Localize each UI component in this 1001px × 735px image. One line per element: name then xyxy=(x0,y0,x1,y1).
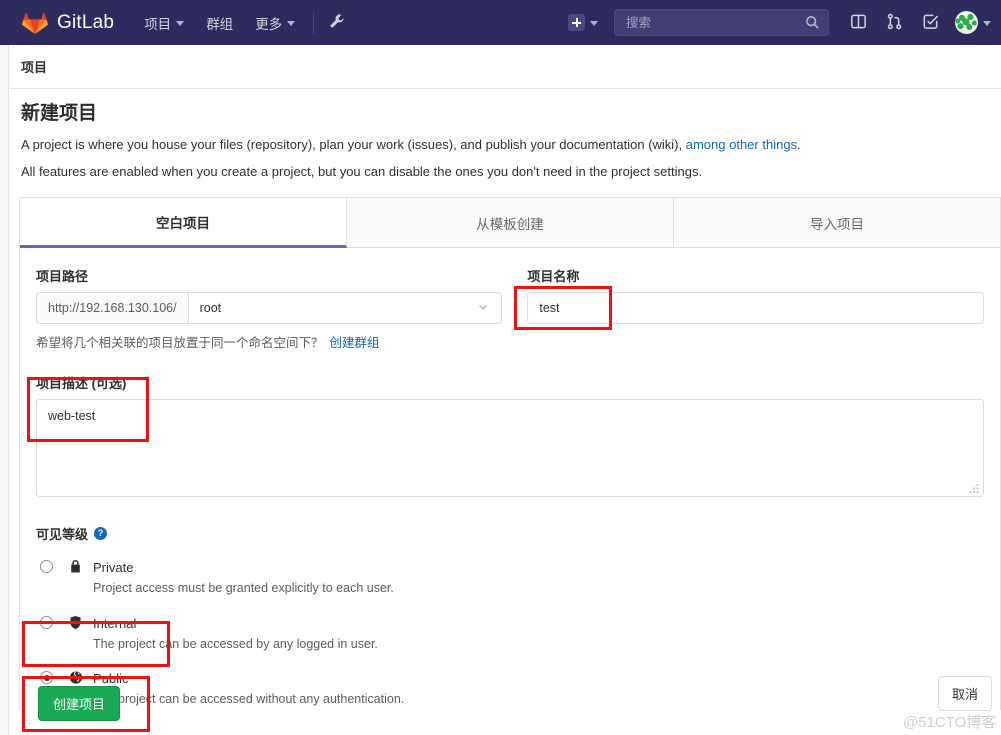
tab-blank-project[interactable]: 空白项目 xyxy=(20,198,347,248)
todo-check-icon xyxy=(921,12,940,34)
nav-links: 项目 群组 更多 xyxy=(144,13,296,33)
visibility-option-private[interactable]: Private Project access must be granted e… xyxy=(36,558,984,599)
admin-area-button[interactable] xyxy=(328,13,345,33)
among-other-things-link[interactable]: among other things xyxy=(686,137,797,152)
gitlab-home-link[interactable]: GitLab xyxy=(22,10,114,35)
nav-item-groups[interactable]: 群组 xyxy=(206,13,233,33)
page-description-2: All features are enabled when you create… xyxy=(21,164,703,180)
watermark: @51CTO博客 xyxy=(903,714,997,731)
visibility-public-desc: The project can be accessed without any … xyxy=(93,692,405,707)
user-menu-button[interactable] xyxy=(955,11,991,34)
tab-import-project[interactable]: 导入项目 xyxy=(674,198,1001,248)
brand-name: GitLab xyxy=(57,11,115,33)
shield-icon xyxy=(67,615,84,630)
visibility-internal-desc: The project can be accessed by any logge… xyxy=(93,636,378,651)
new-project-form: 项目路径 http://192.168.130.106/ root 希望将几个相… xyxy=(19,248,1001,710)
project-name-group: 项目名称 xyxy=(527,266,984,351)
question-mark-icon[interactable]: ? xyxy=(94,527,108,540)
page-description-1-post: . xyxy=(797,137,801,152)
visibility-level-title: 可见等级 ? xyxy=(36,524,984,543)
nav-item-groups-label: 群组 xyxy=(206,16,234,32)
plus-square-icon xyxy=(568,14,585,31)
merge-requests-button[interactable] xyxy=(877,6,911,40)
project-path-group: 项目路径 http://192.168.130.106/ root 希望将几个相… xyxy=(36,266,503,351)
project-path-prefix: http://192.168.130.106/ xyxy=(36,292,188,324)
create-project-button[interactable]: 创建项目 xyxy=(38,686,121,721)
nav-divider xyxy=(313,11,315,34)
visibility-public-text: Public The project can be accessed witho… xyxy=(93,669,404,710)
nav-item-more[interactable]: 更多 xyxy=(255,13,296,33)
project-name-label: 项目名称 xyxy=(527,269,580,284)
cancel-button[interactable]: 取消 xyxy=(938,676,993,711)
visibility-internal-text: Internal The project can be accessed by … xyxy=(93,614,378,655)
visibility-level-label: 可见等级 xyxy=(36,527,89,542)
namespace-select[interactable]: root xyxy=(187,292,503,324)
project-path-label: 项目路径 xyxy=(36,269,89,284)
project-name-input[interactable] xyxy=(527,292,984,324)
project-creation-tabs: 空白项目 从模板创建 导入项目 xyxy=(19,197,1001,248)
project-description-label: 项目描述 (可选) xyxy=(36,376,127,391)
gitlab-fox-logo-icon xyxy=(22,10,48,35)
visibility-option-public[interactable]: Public The project can be accessed witho… xyxy=(36,669,984,710)
radio-internal[interactable] xyxy=(40,615,53,629)
breadcrumb-label[interactable]: 项目 xyxy=(21,57,47,76)
page-header: 新建项目 A project is where you house your f… xyxy=(21,98,1001,190)
nav-item-projects-label: 项目 xyxy=(144,16,172,32)
visibility-option-internal[interactable]: Internal The project can be accessed by … xyxy=(36,614,984,655)
collapsed-sidebar xyxy=(0,45,9,735)
todos-button[interactable] xyxy=(913,6,947,40)
namespace-helper-text: 希望将几个相关联的项目放置于同一个命名空间下？ xyxy=(36,336,324,350)
chevron-down-icon xyxy=(983,21,991,26)
visibility-internal-name: Internal xyxy=(93,615,137,631)
nav-item-projects[interactable]: 项目 xyxy=(144,13,185,33)
wrench-icon xyxy=(328,13,345,33)
namespace-select-value: root xyxy=(199,301,222,315)
radio-public[interactable] xyxy=(40,671,53,685)
chevron-down-icon xyxy=(176,21,185,26)
search-input[interactable] xyxy=(614,9,829,36)
avatar xyxy=(955,11,978,34)
breadcrumb: 项目 xyxy=(10,45,1001,89)
radio-private[interactable] xyxy=(40,560,53,573)
issues-icon xyxy=(849,12,868,34)
issues-button[interactable] xyxy=(841,6,875,40)
lock-icon xyxy=(67,559,84,574)
tab-create-from-template[interactable]: 从模板创建 xyxy=(347,198,674,248)
visibility-public-name: Public xyxy=(93,671,129,687)
visibility-private-text: Private Project access must be granted e… xyxy=(93,558,394,599)
navbar-right-group xyxy=(562,6,991,40)
tab-blank-project-label: 空白项目 xyxy=(156,215,210,231)
globe-icon xyxy=(67,670,84,685)
nav-item-more-label: 更多 xyxy=(255,16,283,32)
page-title: 新建项目 xyxy=(21,103,98,124)
top-navbar: GitLab 项目 群组 更多 xyxy=(0,0,1001,45)
new-dropdown-button[interactable] xyxy=(562,10,604,35)
project-path-input-group: http://192.168.130.106/ root xyxy=(36,292,503,324)
chevron-down-icon xyxy=(590,21,598,26)
tab-import-project-label: 导入项目 xyxy=(810,216,864,232)
project-description-textarea[interactable] xyxy=(36,399,984,497)
chevron-down-icon xyxy=(287,21,296,26)
visibility-level-group: 可见等级 ? Private Project access must be gr… xyxy=(36,524,984,710)
visibility-private-desc: Project access must be granted explicitl… xyxy=(93,581,394,596)
page-description-1: A project is where you house your files … xyxy=(21,136,1001,154)
form-row-path-name: 项目路径 http://192.168.130.106/ root 希望将几个相… xyxy=(36,266,984,351)
search-box[interactable] xyxy=(614,9,829,36)
namespace-helper: 希望将几个相关联的项目放置于同一个命名空间下？ 创建群组 xyxy=(36,332,502,351)
tab-create-from-template-label: 从模板创建 xyxy=(476,216,544,232)
project-description-group: 项目描述 (可选) xyxy=(36,373,984,500)
visibility-private-name: Private xyxy=(93,560,134,575)
merge-request-icon xyxy=(885,12,904,34)
chevron-down-icon xyxy=(477,301,489,316)
page-description-1-pre: A project is where you house your files … xyxy=(21,137,686,152)
create-group-link[interactable]: 创建群组 xyxy=(330,336,380,350)
